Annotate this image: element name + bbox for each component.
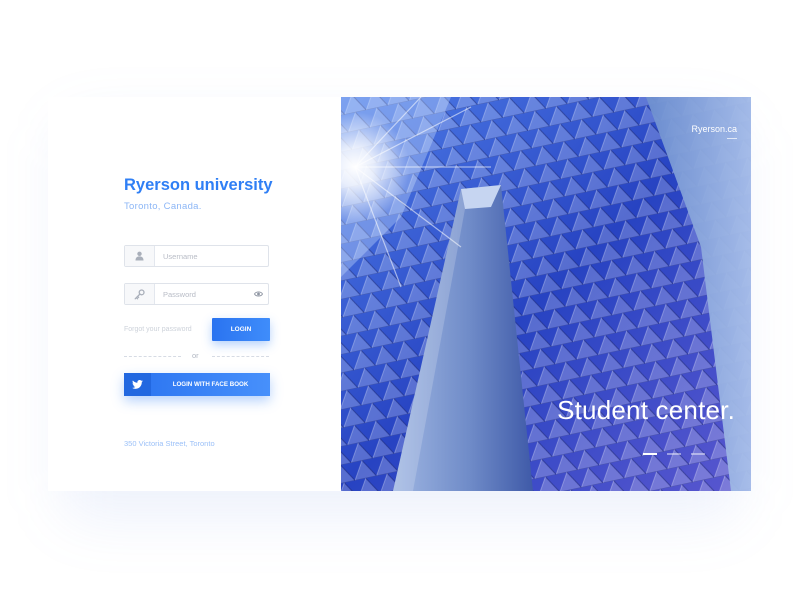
eye-icon[interactable] — [254, 290, 263, 298]
slider-pagination — [643, 451, 707, 457]
social-login-button[interactable]: LOGIN WITH FACE BOOK — [124, 373, 270, 396]
slider-dot[interactable] — [691, 453, 705, 455]
slider-dot[interactable] — [643, 453, 657, 455]
site-link[interactable]: Ryerson.ca — [691, 124, 737, 134]
site-link-underline — [727, 138, 737, 139]
password-input[interactable] — [155, 284, 253, 304]
building-photo — [341, 97, 751, 491]
brand-subtitle: Toronto, Canada. — [124, 201, 202, 212]
divider-line-left — [124, 356, 181, 357]
user-icon — [125, 246, 155, 266]
hero-image-panel: Ryerson.ca Student center. — [341, 97, 751, 491]
forgot-password-link[interactable]: Forgot your password — [124, 326, 192, 333]
login-card: Ryerson university Toronto, Canada. User… — [48, 97, 751, 491]
divider-line-right — [212, 356, 269, 357]
brand-title: Ryerson university — [124, 176, 273, 194]
login-page: Ryerson university Toronto, Canada. User… — [0, 0, 800, 600]
username-field — [124, 245, 269, 267]
twitter-icon — [124, 373, 151, 396]
slider-dot[interactable] — [667, 453, 681, 455]
hero-title: Student center. — [557, 395, 735, 425]
username-input[interactable] — [155, 246, 253, 266]
divider-or-text: or — [192, 351, 199, 360]
password-field — [124, 283, 269, 305]
key-icon — [125, 284, 155, 304]
address-text: 350 Victoria Street, Toronto — [124, 439, 215, 448]
login-form-panel: Ryerson university Toronto, Canada. User… — [48, 97, 341, 491]
login-button[interactable]: LOGIN — [212, 318, 270, 341]
social-login-label: LOGIN WITH FACE BOOK — [172, 381, 249, 388]
